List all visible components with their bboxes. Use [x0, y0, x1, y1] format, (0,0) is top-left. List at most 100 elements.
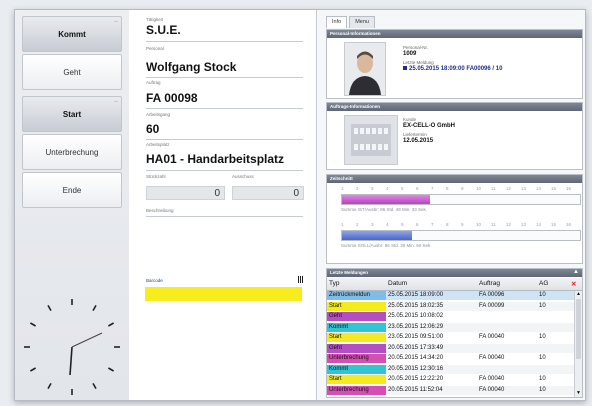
tick-label: 16: [566, 186, 572, 191]
cell-typ: Start: [327, 333, 386, 343]
tick-label: 3: [371, 186, 374, 191]
cell-ag: 10: [539, 302, 546, 309]
tick-label: 1: [341, 222, 344, 227]
table-row[interactable]: Kommt 23.05.2015 12:06:29: [327, 322, 576, 332]
delete-icon[interactable]: ✕: [571, 280, 576, 288]
corner-marker-icon: ◦◦: [114, 19, 118, 25]
analog-clock-icon: [24, 299, 120, 395]
tick-row: 1 2 3 4 5 6 7 8 9 10 11 12 13 14 15 16: [341, 186, 581, 192]
geht-button[interactable]: Geht: [22, 54, 122, 90]
letzte-meldung: 25.05.2015 18:09:00 FA00096 / 10: [403, 66, 502, 72]
letzte-meldungen-section: Letzte Meldungen ▲ Typ Datum Auftrag AG …: [326, 268, 583, 398]
tick-label: 15: [551, 186, 557, 191]
tick-label: 14: [536, 222, 542, 227]
letzte-meldungen-header: Letzte Meldungen: [327, 269, 582, 277]
geht-button-label: Geht: [63, 67, 81, 77]
booking-form: Tätigkeit S.U.E. Personal Wolfgang Stock…: [129, 10, 317, 400]
collapse-icon[interactable]: ▲: [573, 269, 579, 275]
tick-label: 5: [401, 222, 404, 227]
employee-photo: [344, 42, 386, 96]
tick-label: 12: [506, 186, 512, 191]
cell-datum: 20.05.2015 17:33:49: [388, 344, 444, 351]
ende-button[interactable]: Ende: [22, 172, 122, 208]
tick-label: 4: [386, 186, 389, 191]
col-ag[interactable]: AG: [539, 280, 548, 287]
table-row[interactable]: Zeitrückmeldun 25.05.2015 18:09:00 FA 0009…: [327, 291, 576, 301]
col-datum[interactable]: Datum: [388, 280, 407, 287]
arbeitsgang-value[interactable]: 60: [146, 122, 159, 136]
col-typ[interactable]: Typ: [329, 280, 339, 287]
divider: [146, 77, 303, 78]
ende-button-label: Ende: [62, 185, 82, 195]
tab-menu[interactable]: Menu: [349, 16, 375, 28]
corner-marker-icon: ◦◦: [114, 99, 118, 105]
soll-bar-track: [341, 230, 581, 241]
cell-datum: 20.05.2015 12:22:20: [388, 376, 444, 382]
zeitschnitt-section: Zeitschnitt 1 2 3 4 5 6 7 8 9 10 11 12 13 14 15 16 Summ…: [326, 174, 583, 264]
tick-label: 9: [461, 222, 464, 227]
kunde-value: EX-CELL-O GmbH: [403, 123, 455, 129]
table-row[interactable]: Unterbrechung 20.05.2015 11:52:04 FA 00040…: [327, 385, 576, 395]
tick-label: 9: [461, 186, 464, 191]
tick-label: 5: [401, 186, 404, 191]
tick-label: 11: [491, 222, 496, 227]
scroll-up-icon[interactable]: ▲: [575, 291, 582, 298]
tick-label: 6: [416, 186, 419, 191]
liefertermin-value: 12.05.2015: [403, 138, 434, 144]
ausschuss-label: Ausschuss: [232, 174, 254, 179]
ist-bar-track: [341, 194, 581, 205]
table-row[interactable]: Geht 25.05.2015 10:08:02: [327, 312, 576, 322]
divider: [146, 41, 303, 42]
start-button[interactable]: Start ◦◦: [22, 96, 122, 132]
arbeitsplatz-label: Arbeitsplatz: [146, 142, 170, 147]
table-row[interactable]: Unterbrechung 20.05.2015 14:34:20 FA 00040…: [327, 354, 576, 364]
cell-typ: Unterbrechung: [327, 354, 386, 364]
table-row[interactable]: Start 23.05.2015 09:51:00 FA 00040 10: [327, 333, 576, 343]
tick-label: 2: [356, 222, 359, 227]
auftrag-label: Auftrag: [146, 80, 161, 85]
cell-datum: 20.05.2015 11:52:04: [388, 386, 443, 393]
kommt-button-label: Kommt: [58, 29, 86, 39]
taetigkeit-value[interactable]: S.U.E.: [146, 23, 181, 37]
tick-label: 10: [476, 222, 482, 227]
table-scrollbar[interactable]: ▲ ▼: [574, 291, 582, 397]
auftrag-value[interactable]: FA 00098: [146, 91, 198, 105]
tick-label: 10: [476, 186, 482, 191]
table-row[interactable]: Geht 20.05.2015 17:33:49: [327, 343, 576, 353]
cell-datum: 25.05.2015 10:08:02: [388, 313, 444, 319]
cell-datum: 25.05.2015 18:09:00: [388, 292, 444, 298]
beschreibung-label: Beschreibung: [146, 208, 174, 213]
arbeitsplatz-value[interactable]: HA01 - Handarbeitsplatz: [146, 152, 284, 166]
unterbrechung-button-label: Unterbrechung: [45, 147, 99, 157]
unterbrechung-button[interactable]: Unterbrechung: [22, 134, 122, 170]
tick-label: 15: [551, 222, 557, 227]
tab-info[interactable]: Info: [326, 16, 348, 28]
cell-ag: 10: [539, 376, 546, 382]
divider: [146, 216, 303, 217]
cell-datum: 23.05.2015 12:06:29: [388, 323, 444, 330]
tick-label: 6: [416, 222, 419, 227]
kommt-button[interactable]: Kommt ◦◦: [22, 16, 122, 52]
table-row[interactable]: Kommt 20.05.2015 12:30:16: [327, 364, 576, 374]
barcode-input[interactable]: [145, 287, 302, 301]
personal-value[interactable]: Wolfgang Stock: [146, 60, 236, 74]
col-auftrag[interactable]: Auftrag: [479, 280, 500, 287]
cell-auftrag: FA 00040: [479, 386, 505, 393]
tick-label: 4: [386, 222, 389, 227]
zeitschnitt-header: Zeitschnitt: [327, 175, 582, 183]
start-button-label: Start: [62, 109, 82, 119]
cell-auftrag: FA 00099: [479, 302, 505, 309]
auftrag-info-header: Auftrags-Informationen: [327, 103, 582, 111]
auftrag-info-section: Auftrags-Informationen Kunde EX-CELL-O G…: [326, 102, 583, 170]
personal-nr-label: Personal-Nr.: [403, 45, 429, 50]
cell-ag: 10: [539, 386, 546, 393]
table-row[interactable]: Start 20.05.2015 12:22:20 FA 00040 10: [327, 375, 576, 385]
personal-nr-value: 1009: [403, 51, 417, 57]
cell-typ: Geht: [327, 312, 386, 322]
scroll-thumb[interactable]: [576, 299, 581, 359]
tick-label: 11: [491, 186, 496, 191]
table-row[interactable]: Start 25.05.2015 18:02:35 FA 00099 10: [327, 301, 576, 311]
stueckzahl-input[interactable]: 0: [146, 186, 225, 200]
ausschuss-input[interactable]: 0: [232, 186, 304, 200]
scroll-down-icon[interactable]: ▼: [575, 390, 582, 397]
